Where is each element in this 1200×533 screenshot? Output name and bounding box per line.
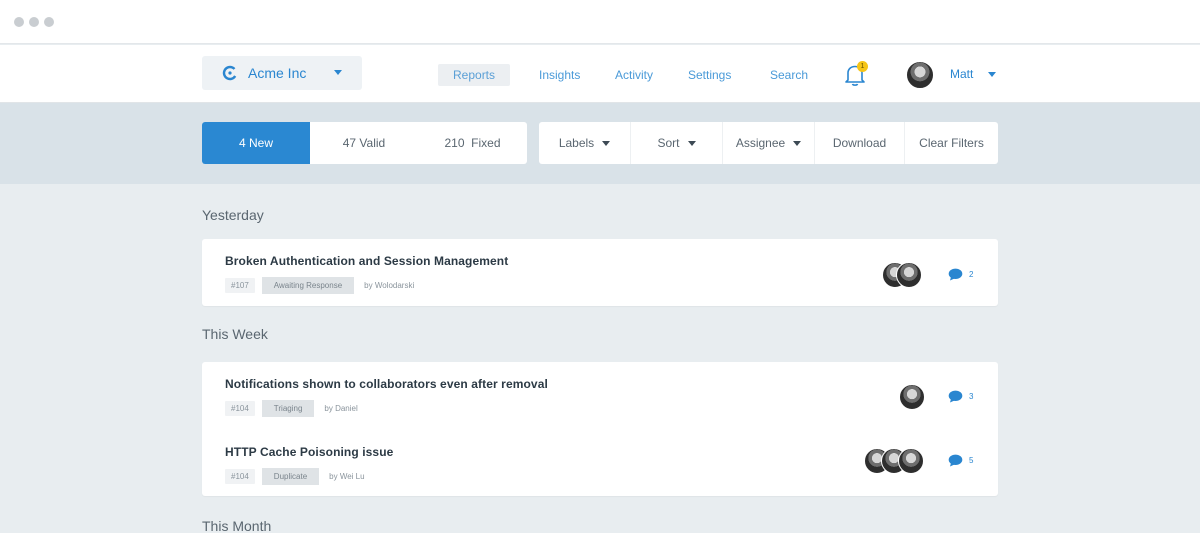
sort-filter-label: Sort <box>657 136 680 150</box>
report-meta: #104 Triaging by Daniel <box>225 400 985 417</box>
comment-count: 2 <box>969 270 974 279</box>
segment-new[interactable]: 4 New <box>202 122 310 164</box>
report-id: #107 <box>225 278 255 293</box>
download-button[interactable]: Download <box>815 122 905 164</box>
report-author: by Daniel <box>324 404 358 413</box>
clear-filters-label: Clear Filters <box>919 136 984 150</box>
notification-badge: 1 <box>857 61 868 72</box>
labels-filter[interactable]: Labels <box>539 122 631 164</box>
section-heading-yesterday: Yesterday <box>202 207 264 223</box>
download-label: Download <box>832 136 887 150</box>
report-title[interactable]: Notifications shown to collaborators eve… <box>225 377 985 391</box>
status-badge: Duplicate <box>261 468 320 485</box>
report-id: #104 <box>225 469 255 484</box>
user-avatar[interactable] <box>906 61 934 89</box>
comments-button[interactable]: 3 <box>948 390 973 403</box>
comments-button[interactable]: 2 <box>948 268 973 281</box>
window-chrome <box>0 0 1200 44</box>
avatar <box>899 384 925 410</box>
reports-card-yesterday: Broken Authentication and Session Manage… <box>202 239 998 306</box>
report-id: #104 <box>225 401 255 416</box>
nav-insights[interactable]: Insights <box>539 65 580 87</box>
org-name: Acme Inc <box>248 65 307 81</box>
comment-count: 5 <box>969 456 974 465</box>
participants <box>899 384 925 410</box>
chevron-down-icon <box>793 140 802 146</box>
window-dot-icon[interactable] <box>29 17 39 27</box>
segment-fixed[interactable]: 210 Fixed <box>418 122 527 164</box>
report-author: by Wei Lu <box>329 472 365 481</box>
reports-card-this-week: Notifications shown to collaborators eve… <box>202 362 998 496</box>
org-switcher[interactable]: Acme Inc <box>202 56 362 90</box>
top-navigation: Acme Inc Reports Insights Activity Setti… <box>0 45 1200 103</box>
participants <box>864 448 924 474</box>
avatar <box>896 262 922 288</box>
section-heading-this-month: This Month <box>202 518 272 533</box>
window-dot-icon[interactable] <box>44 17 54 27</box>
status-segments: 4 New 47 Valid 210 Fixed <box>202 122 527 164</box>
chevron-down-icon <box>334 70 342 75</box>
status-badge: Awaiting Response <box>261 277 355 294</box>
list-item[interactable]: Notifications shown to collaborators eve… <box>225 377 985 417</box>
sort-filter[interactable]: Sort <box>631 122 723 164</box>
filter-controls: Labels Sort Assignee Download Clear Filt… <box>539 122 998 164</box>
filter-bar: 4 New 47 Valid 210 Fixed Labels Sort Ass… <box>0 103 1200 184</box>
comment-icon <box>948 268 963 281</box>
user-name[interactable]: Matt <box>950 67 973 81</box>
participants <box>882 262 924 288</box>
chevron-down-icon <box>602 140 611 146</box>
report-title[interactable]: Broken Authentication and Session Manage… <box>225 254 985 268</box>
chevron-down-icon <box>687 140 696 146</box>
labels-filter-label: Labels <box>558 136 595 150</box>
assignee-filter[interactable]: Assignee <box>723 122 815 164</box>
comment-icon <box>948 390 963 403</box>
comment-icon <box>948 454 963 467</box>
nav-reports[interactable]: Reports <box>438 64 511 86</box>
assignee-filter-label: Assignee <box>735 136 786 150</box>
list-item[interactable]: Broken Authentication and Session Manage… <box>225 254 985 294</box>
nav-activity[interactable]: Activity <box>615 65 653 87</box>
nav-settings[interactable]: Settings <box>688 65 731 87</box>
avatar <box>898 448 924 474</box>
company-logo-icon <box>222 65 238 81</box>
clear-filters-button[interactable]: Clear Filters <box>905 122 998 164</box>
section-heading-this-week: This Week <box>202 326 268 342</box>
report-meta: #107 Awaiting Response by Wolodarski <box>225 277 985 294</box>
chevron-down-icon[interactable] <box>988 72 996 77</box>
comment-count: 3 <box>969 392 974 401</box>
window-dot-icon[interactable] <box>14 17 24 27</box>
report-author: by Wolodarski <box>364 281 415 290</box>
segment-valid[interactable]: 47 Valid <box>310 122 418 164</box>
notifications-button[interactable]: 1 <box>844 61 868 89</box>
nav-search[interactable]: Search <box>770 65 808 87</box>
comments-button[interactable]: 5 <box>948 454 973 467</box>
status-badge: Triaging <box>261 400 315 417</box>
